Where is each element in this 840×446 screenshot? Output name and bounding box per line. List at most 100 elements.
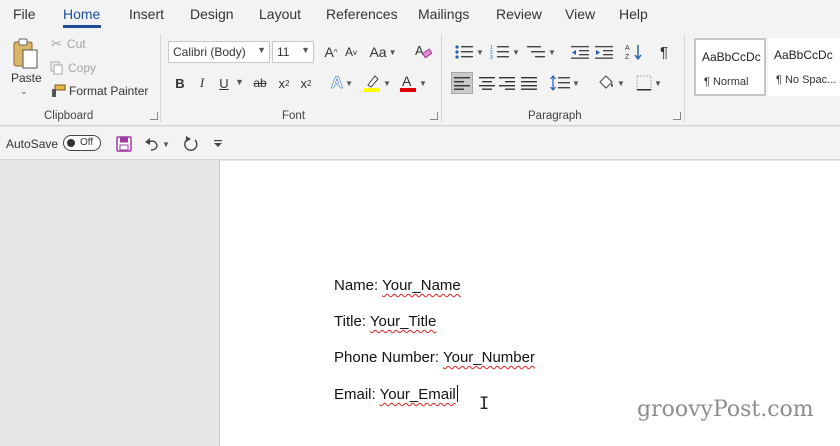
group-divider bbox=[684, 34, 685, 122]
italic-button[interactable]: I bbox=[194, 73, 210, 93]
undo-button[interactable]: ▼ bbox=[142, 135, 172, 153]
style-normal[interactable]: AaBbCcDc ¶ Normal bbox=[694, 38, 766, 96]
increase-indent-icon bbox=[595, 46, 613, 59]
font-name-value: Calibri (Body) bbox=[173, 45, 246, 59]
chevron-down-icon: ▼ bbox=[257, 45, 266, 55]
customize-toolbar-button[interactable] bbox=[210, 135, 226, 153]
ribbon-tab-bar: File Home Insert Design Layout Reference… bbox=[0, 0, 840, 28]
group-divider bbox=[441, 34, 442, 122]
font-name-combo[interactable]: Calibri (Body) ▼ bbox=[168, 41, 270, 63]
clipboard-group-label: Clipboard bbox=[44, 110, 94, 122]
clear-formatting-icon: A bbox=[415, 43, 432, 59]
line-spacing-button[interactable]: ▼ bbox=[548, 72, 582, 94]
save-icon bbox=[116, 136, 132, 152]
text-effects-button[interactable]: A ▼ bbox=[327, 72, 357, 94]
sort-button[interactable]: AZ bbox=[624, 41, 644, 63]
field-label: Title: bbox=[334, 313, 366, 330]
doc-line-title[interactable]: Title: Your_Title bbox=[334, 313, 436, 330]
bullets-icon bbox=[455, 45, 474, 59]
svg-text:A: A bbox=[415, 43, 424, 58]
field-value: Your_Title bbox=[369, 313, 437, 330]
style-name: ¶ No Spac... bbox=[776, 74, 837, 86]
tab-file[interactable]: File bbox=[13, 6, 36, 22]
change-case-button[interactable]: Aa ▼ bbox=[368, 42, 398, 62]
cut-label: Cut bbox=[66, 37, 86, 51]
sort-icon: AZ bbox=[625, 45, 642, 61]
doc-line-name[interactable]: Name: Your_Name bbox=[334, 277, 461, 294]
font-dialog-launcher-icon[interactable] bbox=[430, 112, 438, 120]
tab-review[interactable]: Review bbox=[496, 6, 542, 22]
paste-button[interactable] bbox=[8, 34, 44, 74]
bold-button[interactable]: B bbox=[172, 73, 188, 93]
svg-text:A: A bbox=[402, 73, 412, 89]
tab-insert[interactable]: Insert bbox=[129, 6, 164, 22]
save-button[interactable] bbox=[114, 135, 134, 153]
doc-line-phone[interactable]: Phone Number: Your_Number bbox=[334, 349, 535, 366]
font-color-button[interactable]: A ▼ bbox=[398, 72, 428, 94]
decrease-indent-button[interactable] bbox=[570, 41, 590, 63]
align-right-icon bbox=[499, 77, 515, 90]
tab-design[interactable]: Design bbox=[190, 6, 234, 22]
grow-font-button[interactable]: A ^ bbox=[322, 42, 340, 62]
svg-text:Z: Z bbox=[625, 54, 630, 61]
paste-label[interactable]: Paste bbox=[11, 71, 42, 85]
copy-button[interactable]: Copy bbox=[50, 60, 96, 76]
underline-button[interactable]: U bbox=[216, 73, 232, 93]
paragraph-dialog-launcher-icon[interactable] bbox=[673, 112, 681, 120]
numbering-button[interactable]: 123 ▼ bbox=[488, 41, 522, 63]
autosave-toggle[interactable]: Off bbox=[63, 135, 101, 151]
shading-button[interactable]: ▼ bbox=[594, 72, 628, 94]
redo-button[interactable] bbox=[180, 135, 202, 153]
autosave-label: AutoSave bbox=[6, 137, 59, 151]
svg-text:A: A bbox=[625, 45, 630, 52]
shrink-font-button[interactable]: Av bbox=[342, 42, 360, 62]
paragraph-group-label: Paragraph bbox=[528, 110, 582, 122]
decrease-indent-icon bbox=[571, 46, 589, 59]
subscript-button[interactable]: x2 bbox=[276, 73, 292, 93]
style-name: ¶ Normal bbox=[704, 76, 749, 88]
numbering-icon: 123 bbox=[490, 45, 510, 60]
style-sample-text: AaBbCcDc bbox=[702, 50, 761, 64]
cut-button[interactable]: ✂ Cut bbox=[51, 36, 86, 52]
justify-button[interactable] bbox=[518, 72, 540, 94]
bullets-button[interactable]: ▼ bbox=[452, 41, 486, 63]
field-value: Your_Name bbox=[382, 277, 461, 294]
field-label: Email: bbox=[334, 386, 376, 403]
paste-icon bbox=[13, 38, 38, 69]
tab-mailings[interactable]: Mailings bbox=[418, 6, 469, 22]
clipboard-dialog-launcher-icon[interactable] bbox=[150, 112, 158, 120]
font-group-label: Font bbox=[282, 110, 306, 122]
styles-gallery: AaBbCcDc ¶ Normal AaBbCcDc ¶ No Spac... bbox=[694, 38, 840, 96]
borders-button[interactable]: ▼ bbox=[632, 72, 666, 94]
font-size-value: 11 bbox=[277, 45, 290, 59]
align-right-button[interactable] bbox=[496, 72, 518, 94]
increase-indent-button[interactable] bbox=[594, 41, 614, 63]
paste-dropdown-chevron-icon[interactable]: ⌄ bbox=[20, 86, 28, 97]
field-value: Your_Number bbox=[442, 349, 535, 366]
strikethrough-button[interactable]: ab bbox=[251, 73, 269, 93]
font-size-combo[interactable]: 11 ▼ bbox=[272, 41, 314, 63]
redo-icon bbox=[184, 136, 198, 151]
align-center-icon bbox=[479, 77, 495, 90]
show-formatting-marks-button[interactable]: ¶ bbox=[654, 41, 674, 63]
tab-layout[interactable]: Layout bbox=[259, 6, 301, 22]
align-center-button[interactable] bbox=[476, 72, 498, 94]
superscript-button[interactable]: x2 bbox=[298, 73, 314, 93]
highlight-color-button[interactable]: ▼ bbox=[362, 72, 392, 94]
format-painter-button[interactable]: Format Painter bbox=[50, 83, 148, 99]
line-spacing-icon bbox=[550, 75, 571, 91]
document-page[interactable]: Name: Your_Name Title: Your_Title Phone … bbox=[220, 161, 840, 446]
undo-icon bbox=[145, 138, 158, 151]
underline-options-chevron-icon[interactable]: ▼ bbox=[235, 77, 244, 87]
tab-help[interactable]: Help bbox=[619, 6, 648, 22]
clear-formatting-button[interactable]: A bbox=[412, 40, 434, 62]
tab-home[interactable]: Home bbox=[63, 6, 100, 22]
paint-bucket-icon bbox=[599, 75, 614, 89]
style-no-spacing[interactable]: AaBbCcDc ¶ No Spac... bbox=[768, 38, 840, 96]
align-left-button[interactable] bbox=[451, 72, 473, 94]
doc-line-email[interactable]: Email: Your_Email bbox=[334, 385, 458, 403]
align-left-icon bbox=[454, 77, 470, 90]
tab-references[interactable]: References bbox=[326, 6, 398, 22]
tab-view[interactable]: View bbox=[565, 6, 595, 22]
multilevel-list-button[interactable]: ▼ bbox=[524, 41, 558, 63]
